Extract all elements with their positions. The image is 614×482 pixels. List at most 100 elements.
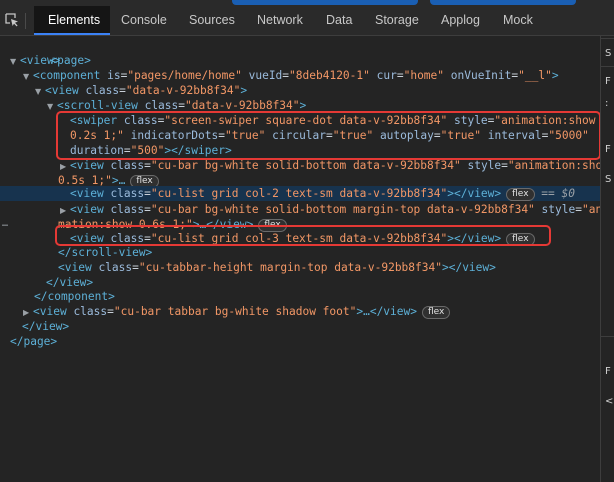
tree-row-tabbar[interactable]: ▶ <view class="cu-bar tabbar bg-white sha… bbox=[0, 304, 600, 319]
attr-name: class bbox=[110, 187, 145, 200]
tree-row-cu-bar-1[interactable]: ▶ <view class="cu-bar bg-white solid-bott… bbox=[0, 158, 600, 173]
tag-close: </component> bbox=[34, 290, 115, 303]
annotation-box-grid-col3 bbox=[55, 225, 551, 246]
panel-glyph[interactable]: F bbox=[605, 76, 611, 87]
tab-console[interactable]: Console bbox=[121, 6, 167, 35]
tree-row-view-root[interactable]: ▼ <view> bbox=[0, 53, 600, 68]
attr-name: style bbox=[467, 159, 502, 172]
top-strip-button[interactable] bbox=[232, 0, 418, 5]
tag-close: > bbox=[551, 69, 559, 82]
attr-name: style bbox=[541, 203, 576, 216]
attr-value: "cu-bar tabbar bg-white shadow foot" bbox=[113, 305, 357, 318]
tag-close: </view> bbox=[46, 276, 94, 289]
panel-glyph[interactable]: F bbox=[605, 144, 611, 155]
attr-name: class bbox=[110, 159, 145, 172]
tab-sources[interactable]: Sources bbox=[189, 6, 235, 35]
attr-value: "ani bbox=[581, 203, 600, 216]
triangle-down-icon[interactable]: ▼ bbox=[35, 84, 45, 99]
attr-value: "cu-list grid col-2 text-sm data-v-92bb8… bbox=[150, 187, 448, 200]
tree-row-view-data[interactable]: ▼ <view class="data-v-92bb8f34"> bbox=[0, 83, 600, 98]
panel-glyph: < bbox=[605, 396, 614, 407]
tag-name: <view bbox=[70, 203, 104, 216]
tab-label: Elements bbox=[48, 13, 101, 27]
inspect-element-icon[interactable] bbox=[5, 13, 19, 27]
attr-name: class bbox=[110, 203, 145, 216]
attr-name: onVueInit bbox=[450, 69, 512, 82]
tab-label: Applog bbox=[441, 13, 480, 27]
tab-label: Network bbox=[257, 13, 303, 27]
tab-network[interactable]: Network bbox=[257, 6, 303, 35]
devtools-window: Elements Console Sources Network Data St… bbox=[0, 0, 614, 482]
tag-name: <view bbox=[70, 159, 104, 172]
attr-value: "cu-bar bg-white solid-bottom data-v-92b… bbox=[150, 159, 461, 172]
attr-value: "home" bbox=[403, 69, 445, 82]
tree-row-cu-bar-2[interactable]: ▶ <view class="cu-bar bg-white solid-bott… bbox=[0, 202, 600, 217]
attr-value: "data-v-92bb8f34" bbox=[125, 84, 241, 97]
tag-name: <view bbox=[33, 305, 67, 318]
tag-close: > bbox=[240, 84, 248, 97]
panel-divider bbox=[601, 336, 614, 337]
attr-name: class bbox=[73, 305, 108, 318]
tag-close: ></view> bbox=[441, 261, 496, 274]
tag-name: <component bbox=[33, 69, 101, 82]
devtools-tab-bar: Elements Console Sources Network Data St… bbox=[0, 6, 614, 36]
attr-value: "animation:show bbox=[507, 159, 600, 172]
tag-close: ></view> bbox=[447, 187, 502, 200]
tab-label: Data bbox=[326, 13, 353, 27]
tree-row-view-root-close[interactable]: </view> bbox=[0, 319, 600, 334]
triangle-right-icon[interactable]: ▶ bbox=[60, 203, 70, 218]
tag-close: </scroll-view> bbox=[58, 246, 153, 259]
tab-label: Console bbox=[121, 13, 167, 27]
tree-row-page[interactable]: <page> bbox=[0, 38, 600, 67]
triangle-down-icon[interactable]: ▼ bbox=[47, 99, 57, 114]
tree-row-scroll-view-close[interactable]: </scroll-view> bbox=[0, 245, 600, 260]
flex-badge[interactable]: flex bbox=[421, 306, 451, 319]
active-tab-indicator bbox=[34, 33, 110, 35]
triangle-right-icon[interactable]: ▶ bbox=[23, 305, 33, 320]
attr-value: "cu-tabbar-height margin-top data-v-92bb… bbox=[138, 261, 442, 274]
attr-name: class bbox=[98, 261, 133, 274]
tag-close: </page> bbox=[10, 335, 58, 348]
tab-elements[interactable]: Elements bbox=[34, 6, 110, 35]
tree-row-view-close[interactable]: </view> bbox=[0, 275, 600, 290]
attr-value: "__l" bbox=[518, 69, 552, 82]
flex-badge[interactable]: flex bbox=[506, 188, 535, 201]
tab-label: Mock bbox=[503, 13, 533, 27]
panel-glyph[interactable]: F bbox=[605, 366, 611, 377]
attr-name: is bbox=[107, 69, 121, 82]
triangle-down-icon[interactable]: ▼ bbox=[10, 54, 20, 69]
attr-value: "cu-bar bg-white solid-bottom margin-top… bbox=[150, 203, 535, 216]
tab-divider bbox=[25, 13, 26, 29]
tree-row-tabbar-height[interactable]: <view class="cu-tabbar-height margin-top… bbox=[0, 260, 600, 275]
attr-value: "8deb4120-1" bbox=[289, 69, 370, 82]
styles-panel-edge: S F : F S F < bbox=[600, 36, 614, 482]
attr-name: class bbox=[85, 84, 120, 97]
tab-storage[interactable]: Storage bbox=[375, 6, 419, 35]
tag-close: >…</view> bbox=[356, 305, 417, 318]
panel-glyph: : bbox=[605, 98, 609, 109]
tree-row-component-close[interactable]: </component> bbox=[0, 289, 600, 304]
tree-row-component[interactable]: ▼ <component is="pages/home/home" vueId="… bbox=[0, 68, 600, 83]
tab-label: Sources bbox=[189, 13, 235, 27]
panel-glyph[interactable]: S bbox=[605, 48, 611, 59]
tab-data[interactable]: Data bbox=[326, 6, 352, 35]
tag-name: <view bbox=[45, 84, 79, 97]
tag-view-open: <view> bbox=[20, 54, 61, 67]
selected-node-reference: == $0 bbox=[541, 187, 575, 200]
tab-applog[interactable]: Applog bbox=[441, 6, 480, 35]
tree-row-grid-col2[interactable]: … <view class="cu-list grid col-2 text-s… bbox=[0, 186, 600, 229]
annotation-box-swiper bbox=[56, 111, 600, 160]
top-strip-button[interactable] bbox=[430, 0, 576, 5]
triangle-right-icon[interactable]: ▶ bbox=[60, 159, 70, 174]
tab-mock[interactable]: Mock bbox=[503, 6, 533, 35]
tab-label: Storage bbox=[375, 13, 419, 27]
triangle-down-icon[interactable]: ▼ bbox=[23, 69, 33, 84]
tag-close: </view> bbox=[22, 320, 70, 333]
panel-glyph[interactable]: S bbox=[605, 174, 611, 185]
tree-row-page-close[interactable]: </page> bbox=[0, 334, 600, 349]
attr-name: cur bbox=[376, 69, 397, 82]
attr-name: vueId bbox=[248, 69, 283, 82]
tag-name: <view bbox=[58, 261, 92, 274]
attr-value: "pages/home/home" bbox=[127, 69, 242, 82]
panel-divider bbox=[601, 38, 614, 39]
